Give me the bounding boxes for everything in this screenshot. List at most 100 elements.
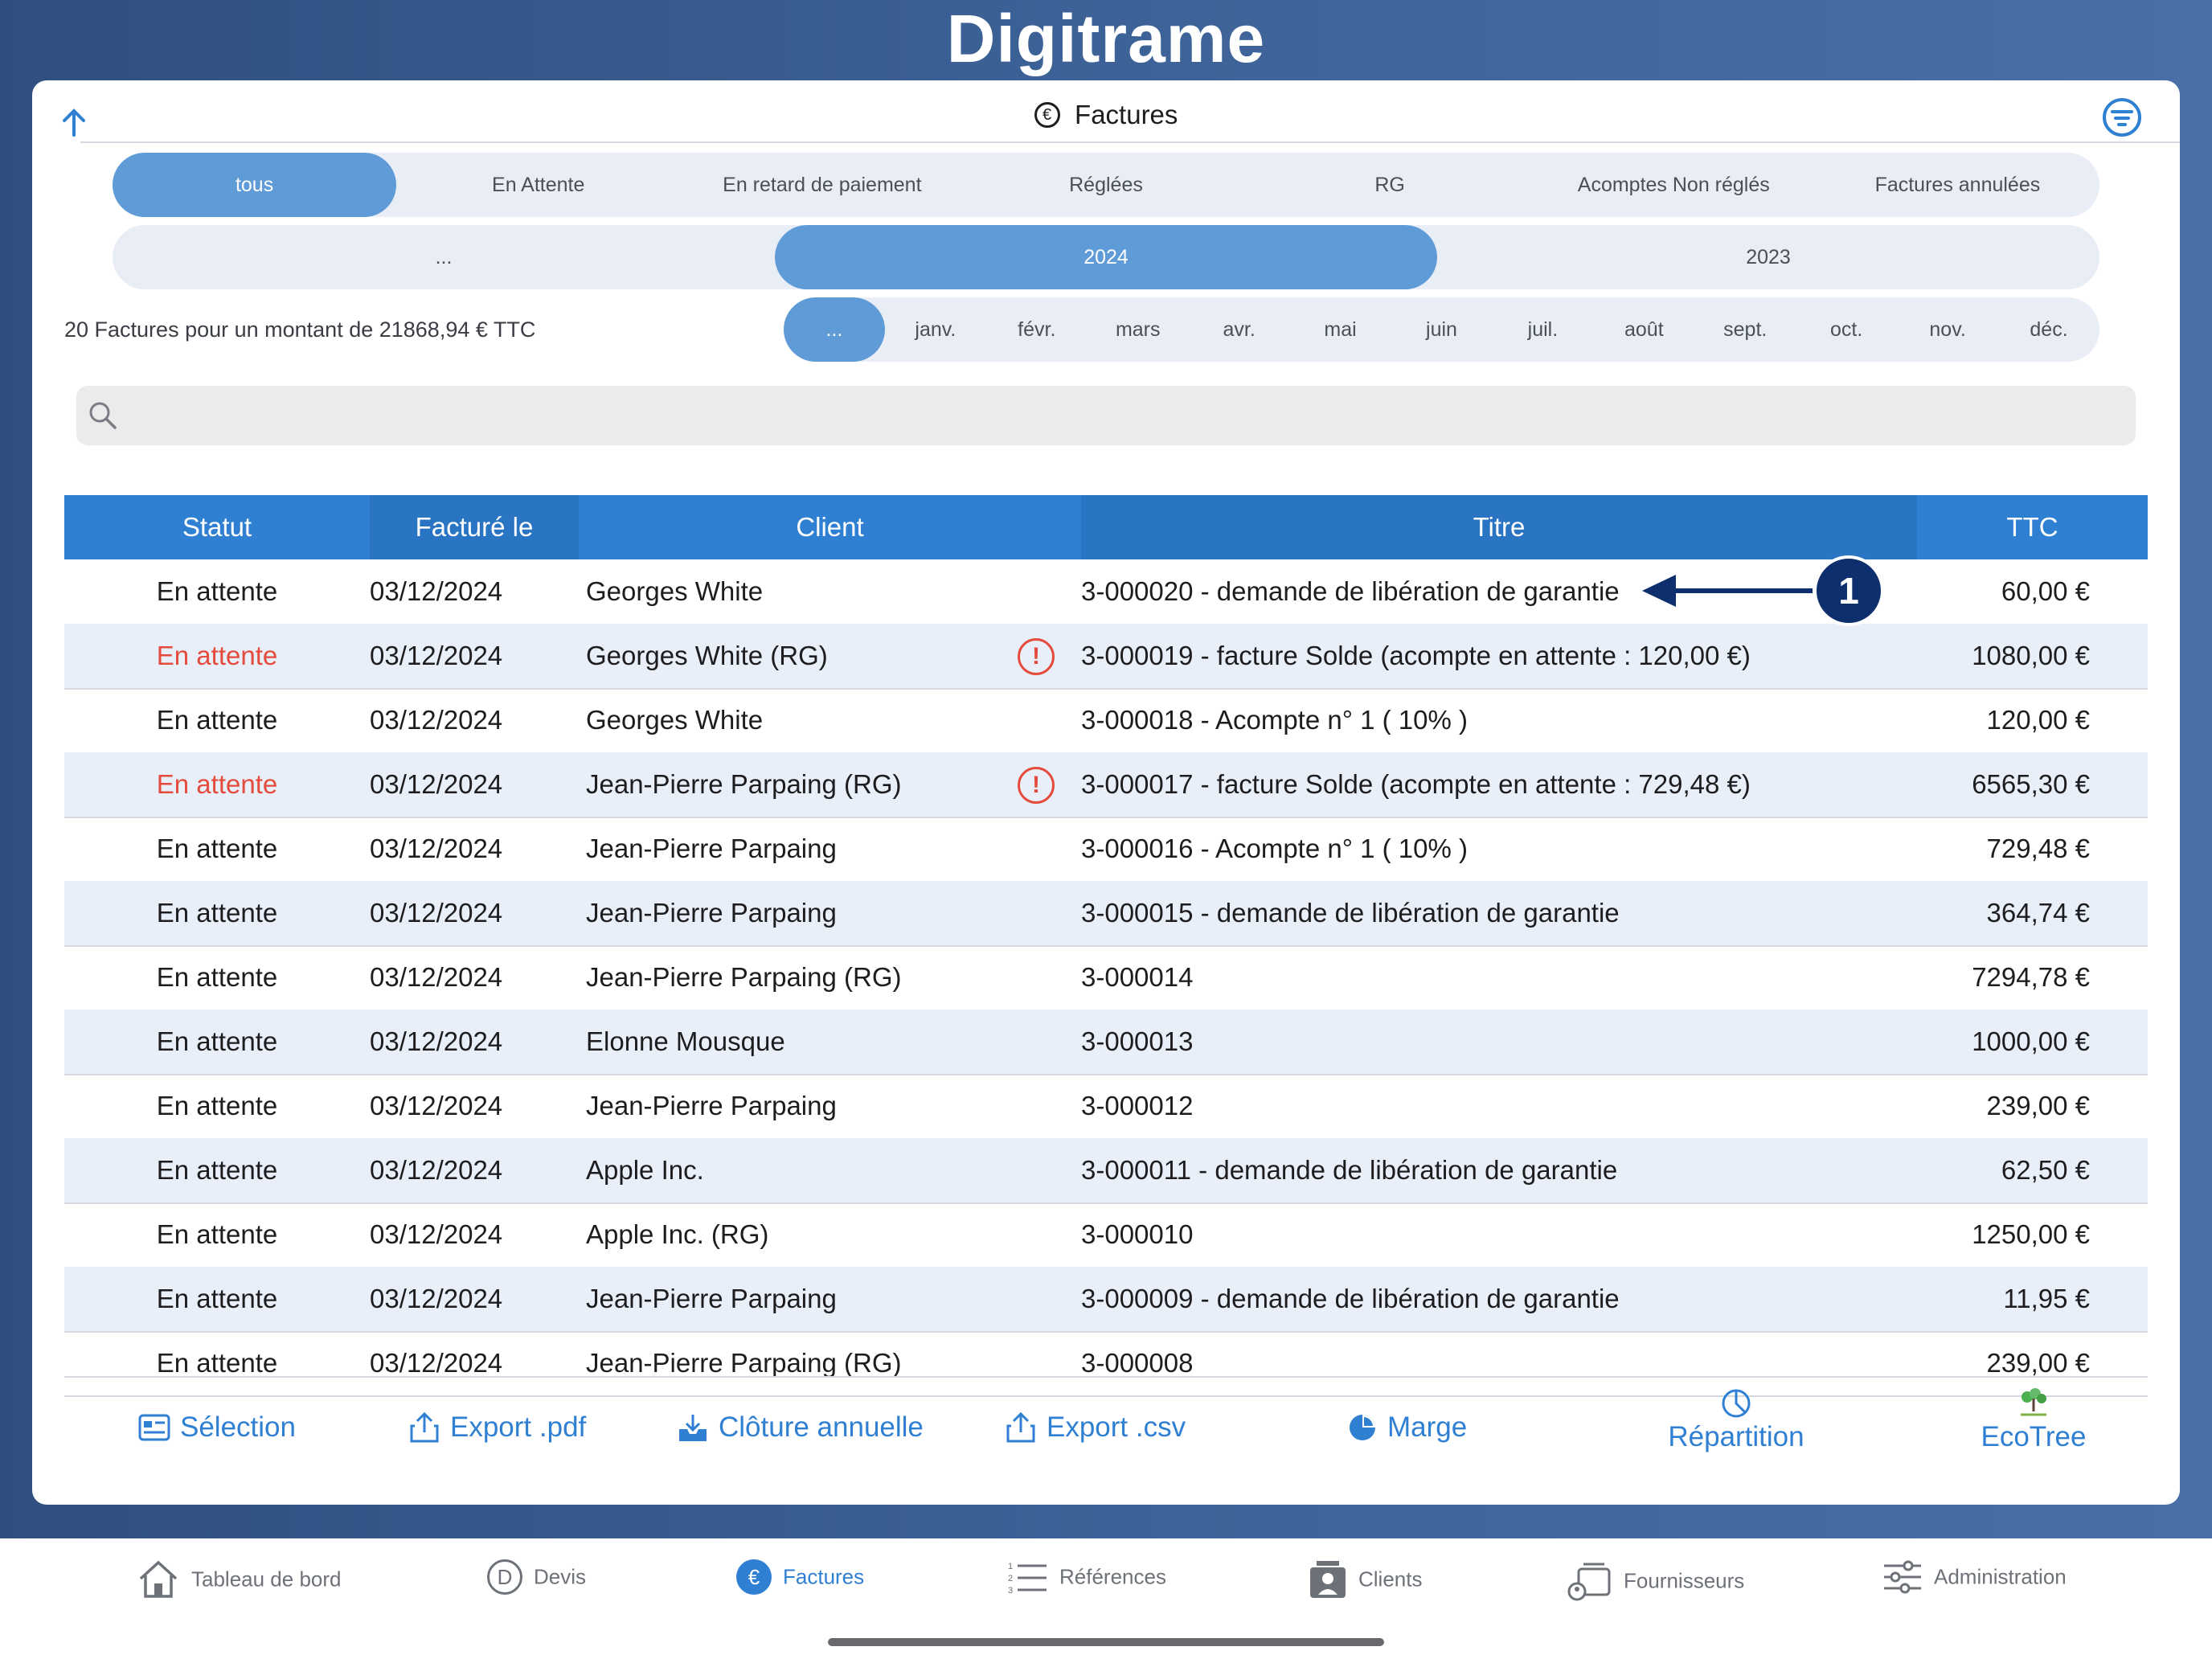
cell-date: 03/12/2024 — [370, 1155, 503, 1185]
month-tab[interactable]: mai — [1290, 297, 1391, 362]
warning-icon[interactable]: ! — [1018, 638, 1055, 675]
column-titre[interactable]: Titre — [1081, 495, 1917, 559]
pie-chart-outline-icon — [1722, 1389, 1751, 1418]
column-statut[interactable]: Statut — [64, 495, 370, 559]
column-client[interactable]: Client — [579, 495, 1081, 559]
status-tab[interactable]: Acomptes Non réglés — [1532, 153, 1816, 217]
cell-date: 03/12/2024 — [370, 1219, 503, 1249]
month-tab[interactable]: sept. — [1694, 297, 1796, 362]
status-tab[interactable]: tous — [113, 153, 397, 217]
month-tab[interactable]: juil. — [1492, 297, 1593, 362]
tab-label: Administration — [1934, 1564, 2067, 1589]
ecotree-button[interactable]: EcoTree — [1953, 1387, 2114, 1453]
tab-tableau-de-bord[interactable]: Tableau de bord — [137, 1559, 341, 1600]
table-row[interactable]: En attente 03/12/2024 Jean-Pierre Parpaing… — [64, 881, 2148, 947]
warning-icon[interactable]: ! — [1018, 767, 1055, 804]
cell-date: 03/12/2024 — [370, 641, 503, 670]
tab-label: Tableau de bord — [191, 1567, 342, 1591]
page-title: Factures — [1075, 100, 1178, 129]
month-tab[interactable]: avr. — [1189, 297, 1290, 362]
table-row[interactable]: En attente 03/12/2024 Elonne Mousque 3-0000… — [64, 1010, 2148, 1075]
repartition-button[interactable]: Répartition — [1648, 1387, 1825, 1453]
status-tab[interactable]: RG — [1248, 153, 1532, 217]
euro-circle-icon: € — [1034, 102, 1060, 128]
month-tab[interactable]: ... — [784, 297, 885, 362]
invoice-table: En attente 03/12/2024 Georges White 3-00002… — [32, 559, 2180, 1460]
filter-button[interactable] — [2101, 96, 2143, 138]
clients-icon — [1310, 1561, 1346, 1598]
cell-statut: En attente — [156, 576, 278, 606]
year-tab[interactable]: ... — [113, 225, 775, 289]
cell-ttc: 120,00 € — [1986, 705, 2090, 735]
year-tab[interactable]: 2024 — [775, 225, 1437, 289]
cell-titre: 3-000017 - facture Solde (acompte en att… — [1081, 769, 1751, 799]
month-tab[interactable]: mars — [1088, 297, 1189, 362]
search-bar[interactable] — [76, 386, 2136, 445]
status-tab[interactable]: Factures annulées — [1816, 153, 2099, 217]
column-facture-le[interactable]: Facturé le — [370, 495, 579, 559]
table-row[interactable]: En attente 03/12/2024 Apple Inc. (RG) 3-000… — [64, 1202, 2148, 1268]
tab-factures[interactable]: € Factures — [736, 1559, 864, 1595]
table-row[interactable]: En attente 03/12/2024 Jean-Pierre Parpaing… — [64, 1074, 2148, 1140]
cell-ttc: 1080,00 € — [1972, 641, 2090, 670]
tab-devis[interactable]: D Devis — [487, 1559, 586, 1595]
cell-titre: 3-000018 - Acompte n° 1 ( 10% ) — [1081, 705, 1468, 735]
callout-annotation: 1 — [1636, 555, 1933, 627]
tab-label: Devis — [534, 1564, 587, 1589]
month-tab[interactable]: nov. — [1897, 297, 1998, 362]
tab-label: Clients — [1358, 1567, 1423, 1591]
column-ttc[interactable]: TTC — [1917, 495, 2148, 559]
cell-statut: En attente — [156, 1219, 278, 1249]
month-tab[interactable]: janv. — [885, 297, 986, 362]
cell-client: Georges White (RG) — [586, 641, 828, 670]
status-tab[interactable]: Réglées — [964, 153, 1247, 217]
tab-fournisseurs[interactable]: Fournisseurs — [1567, 1559, 1744, 1603]
cell-statut: En attente — [156, 898, 278, 928]
month-tab[interactable]: févr. — [986, 297, 1088, 362]
status-tab[interactable]: En retard de paiement — [680, 153, 964, 217]
cell-statut: En attente — [156, 769, 278, 799]
cell-client: Jean-Pierre Parpaing (RG) — [586, 769, 902, 799]
table-row[interactable]: En attente 03/12/2024 Georges White (RG) 3-… — [64, 624, 2148, 690]
pie-chart-icon — [1350, 1414, 1375, 1440]
cell-client: Apple Inc. — [586, 1155, 704, 1185]
tab-label: Fournisseurs — [1624, 1568, 1745, 1593]
status-tab[interactable]: En Attente — [396, 153, 680, 217]
table-row[interactable]: En attente 03/12/2024 Apple Inc. 3-000011 -… — [64, 1138, 2148, 1204]
tab-label: Références — [1059, 1564, 1166, 1589]
cell-ttc: 6565,30 € — [1972, 769, 2090, 799]
table-row[interactable]: En attente 03/12/2024 Jean-Pierre Parpaing… — [64, 817, 2148, 883]
cell-titre: 3-000011 - demande de libération de gara… — [1081, 1155, 1618, 1185]
search-input[interactable] — [128, 394, 2124, 439]
tab-administration[interactable]: Administration — [1882, 1559, 2067, 1595]
tab-clients[interactable]: Clients — [1309, 1559, 1422, 1600]
export-csv-button[interactable]: Export .csv — [1005, 1410, 1186, 1444]
suppliers-icon — [1567, 1563, 1611, 1601]
app-logo: Digitrame — [946, 1, 1266, 76]
export-icon — [1006, 1411, 1035, 1443]
cell-statut: En attente — [156, 1091, 278, 1120]
list-icon: 1 2 3 — [1008, 1562, 1047, 1595]
cell-date: 03/12/2024 — [370, 1026, 503, 1056]
export-pdf-label: Export .pdf — [450, 1411, 587, 1443]
export-pdf-button[interactable]: Export .pdf — [408, 1410, 586, 1444]
table-row[interactable]: En attente 03/12/2024 Jean-Pierre Parpaing… — [64, 752, 2148, 818]
month-tab[interactable]: oct. — [1796, 297, 1897, 362]
cell-titre: 3-000013 — [1081, 1026, 1194, 1056]
month-tab[interactable]: août — [1593, 297, 1694, 362]
table-row[interactable]: En attente 03/12/2024 Georges White 3-00001… — [64, 688, 2148, 754]
selection-button[interactable]: Sélection — [138, 1410, 296, 1444]
marge-button[interactable]: Marge — [1347, 1410, 1467, 1444]
bottom-toolbar: Sélection Export .pdf Clôture annuelle E… — [32, 1378, 2180, 1505]
table-row[interactable]: En attente 03/12/2024 Jean-Pierre Parpaing… — [64, 1267, 2148, 1333]
cell-titre: 3-000009 - demande de libération de gara… — [1081, 1284, 1620, 1313]
tab-references[interactable]: 1 2 3 Références — [1008, 1559, 1166, 1595]
cell-statut: En attente — [156, 705, 278, 735]
cloture-annuelle-button[interactable]: Clôture annuelle — [677, 1410, 924, 1444]
month-tab[interactable]: juin — [1391, 297, 1493, 362]
month-tab[interactable]: déc. — [1998, 297, 2099, 362]
year-tab[interactable]: 2023 — [1437, 225, 2099, 289]
tab-label: Factures — [783, 1564, 865, 1589]
table-row[interactable]: En attente 03/12/2024 Jean-Pierre Parpaing… — [64, 945, 2148, 1011]
cell-date: 03/12/2024 — [370, 1284, 503, 1313]
